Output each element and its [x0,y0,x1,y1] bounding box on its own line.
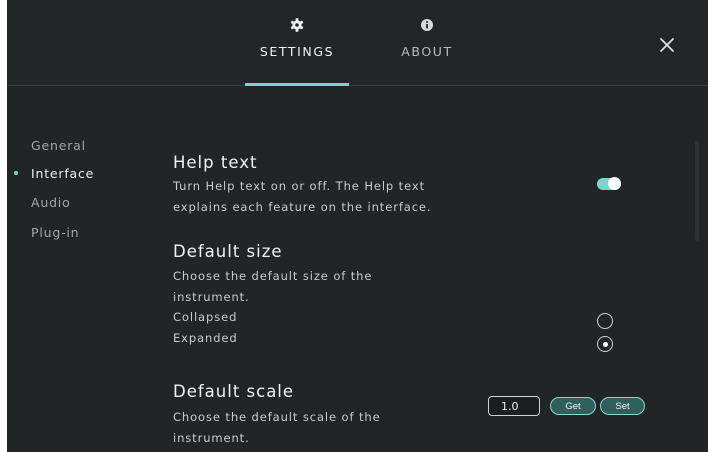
set-scale-button[interactable]: Set [600,397,645,415]
active-tab-indicator [245,83,349,86]
size-option-collapsed-radio[interactable] [597,313,613,329]
default-size-title: Default size [173,242,283,261]
toggle-knob [608,177,621,190]
size-option-expanded-radio[interactable] [597,336,613,352]
size-option-collapsed-label[interactable]: Collapsed [173,310,237,324]
tab-settings-label: SETTINGS [259,44,335,59]
help-text-title: Help text [173,153,258,172]
help-text-description-line-1: Turn Help text on or off. The Help text [173,179,425,193]
default-scale-description-line-2: instrument. [173,431,250,445]
scale-value-input[interactable] [488,396,540,416]
header-bar: SETTINGS ABOUT [7,0,708,86]
get-scale-button[interactable]: Get [550,397,596,415]
help-text-description-line-2: explains each feature on the interface. [173,200,432,214]
default-size-description-line-2: instrument. [173,290,250,304]
tab-about-label: ABOUT [401,44,453,59]
radio-selected-dot [602,341,608,347]
help-text-toggle[interactable] [597,177,621,190]
sidebar-item-plug-in[interactable]: Plug-in [31,225,79,240]
default-scale-title: Default scale [173,382,295,401]
content-scrollbar[interactable] [695,141,699,241]
info-icon [421,19,433,31]
default-size-description-line-1: Choose the default size of the [173,269,373,283]
tab-about[interactable]: ABOUT [377,18,477,86]
sidebar-item-interface[interactable]: Interface [31,166,94,181]
gear-icon [290,18,304,32]
size-option-expanded-label[interactable]: Expanded [173,331,238,345]
close-icon[interactable] [657,35,677,55]
sidebar-item-audio[interactable]: Audio [31,195,71,210]
tab-settings[interactable]: SETTINGS [245,18,349,86]
sidebar-item-general[interactable]: General [31,138,86,153]
active-nav-indicator [14,171,18,175]
default-scale-description-line-1: Choose the default scale of the [173,410,381,424]
settings-window: SETTINGS ABOUT General Interface Audio P… [7,0,708,452]
